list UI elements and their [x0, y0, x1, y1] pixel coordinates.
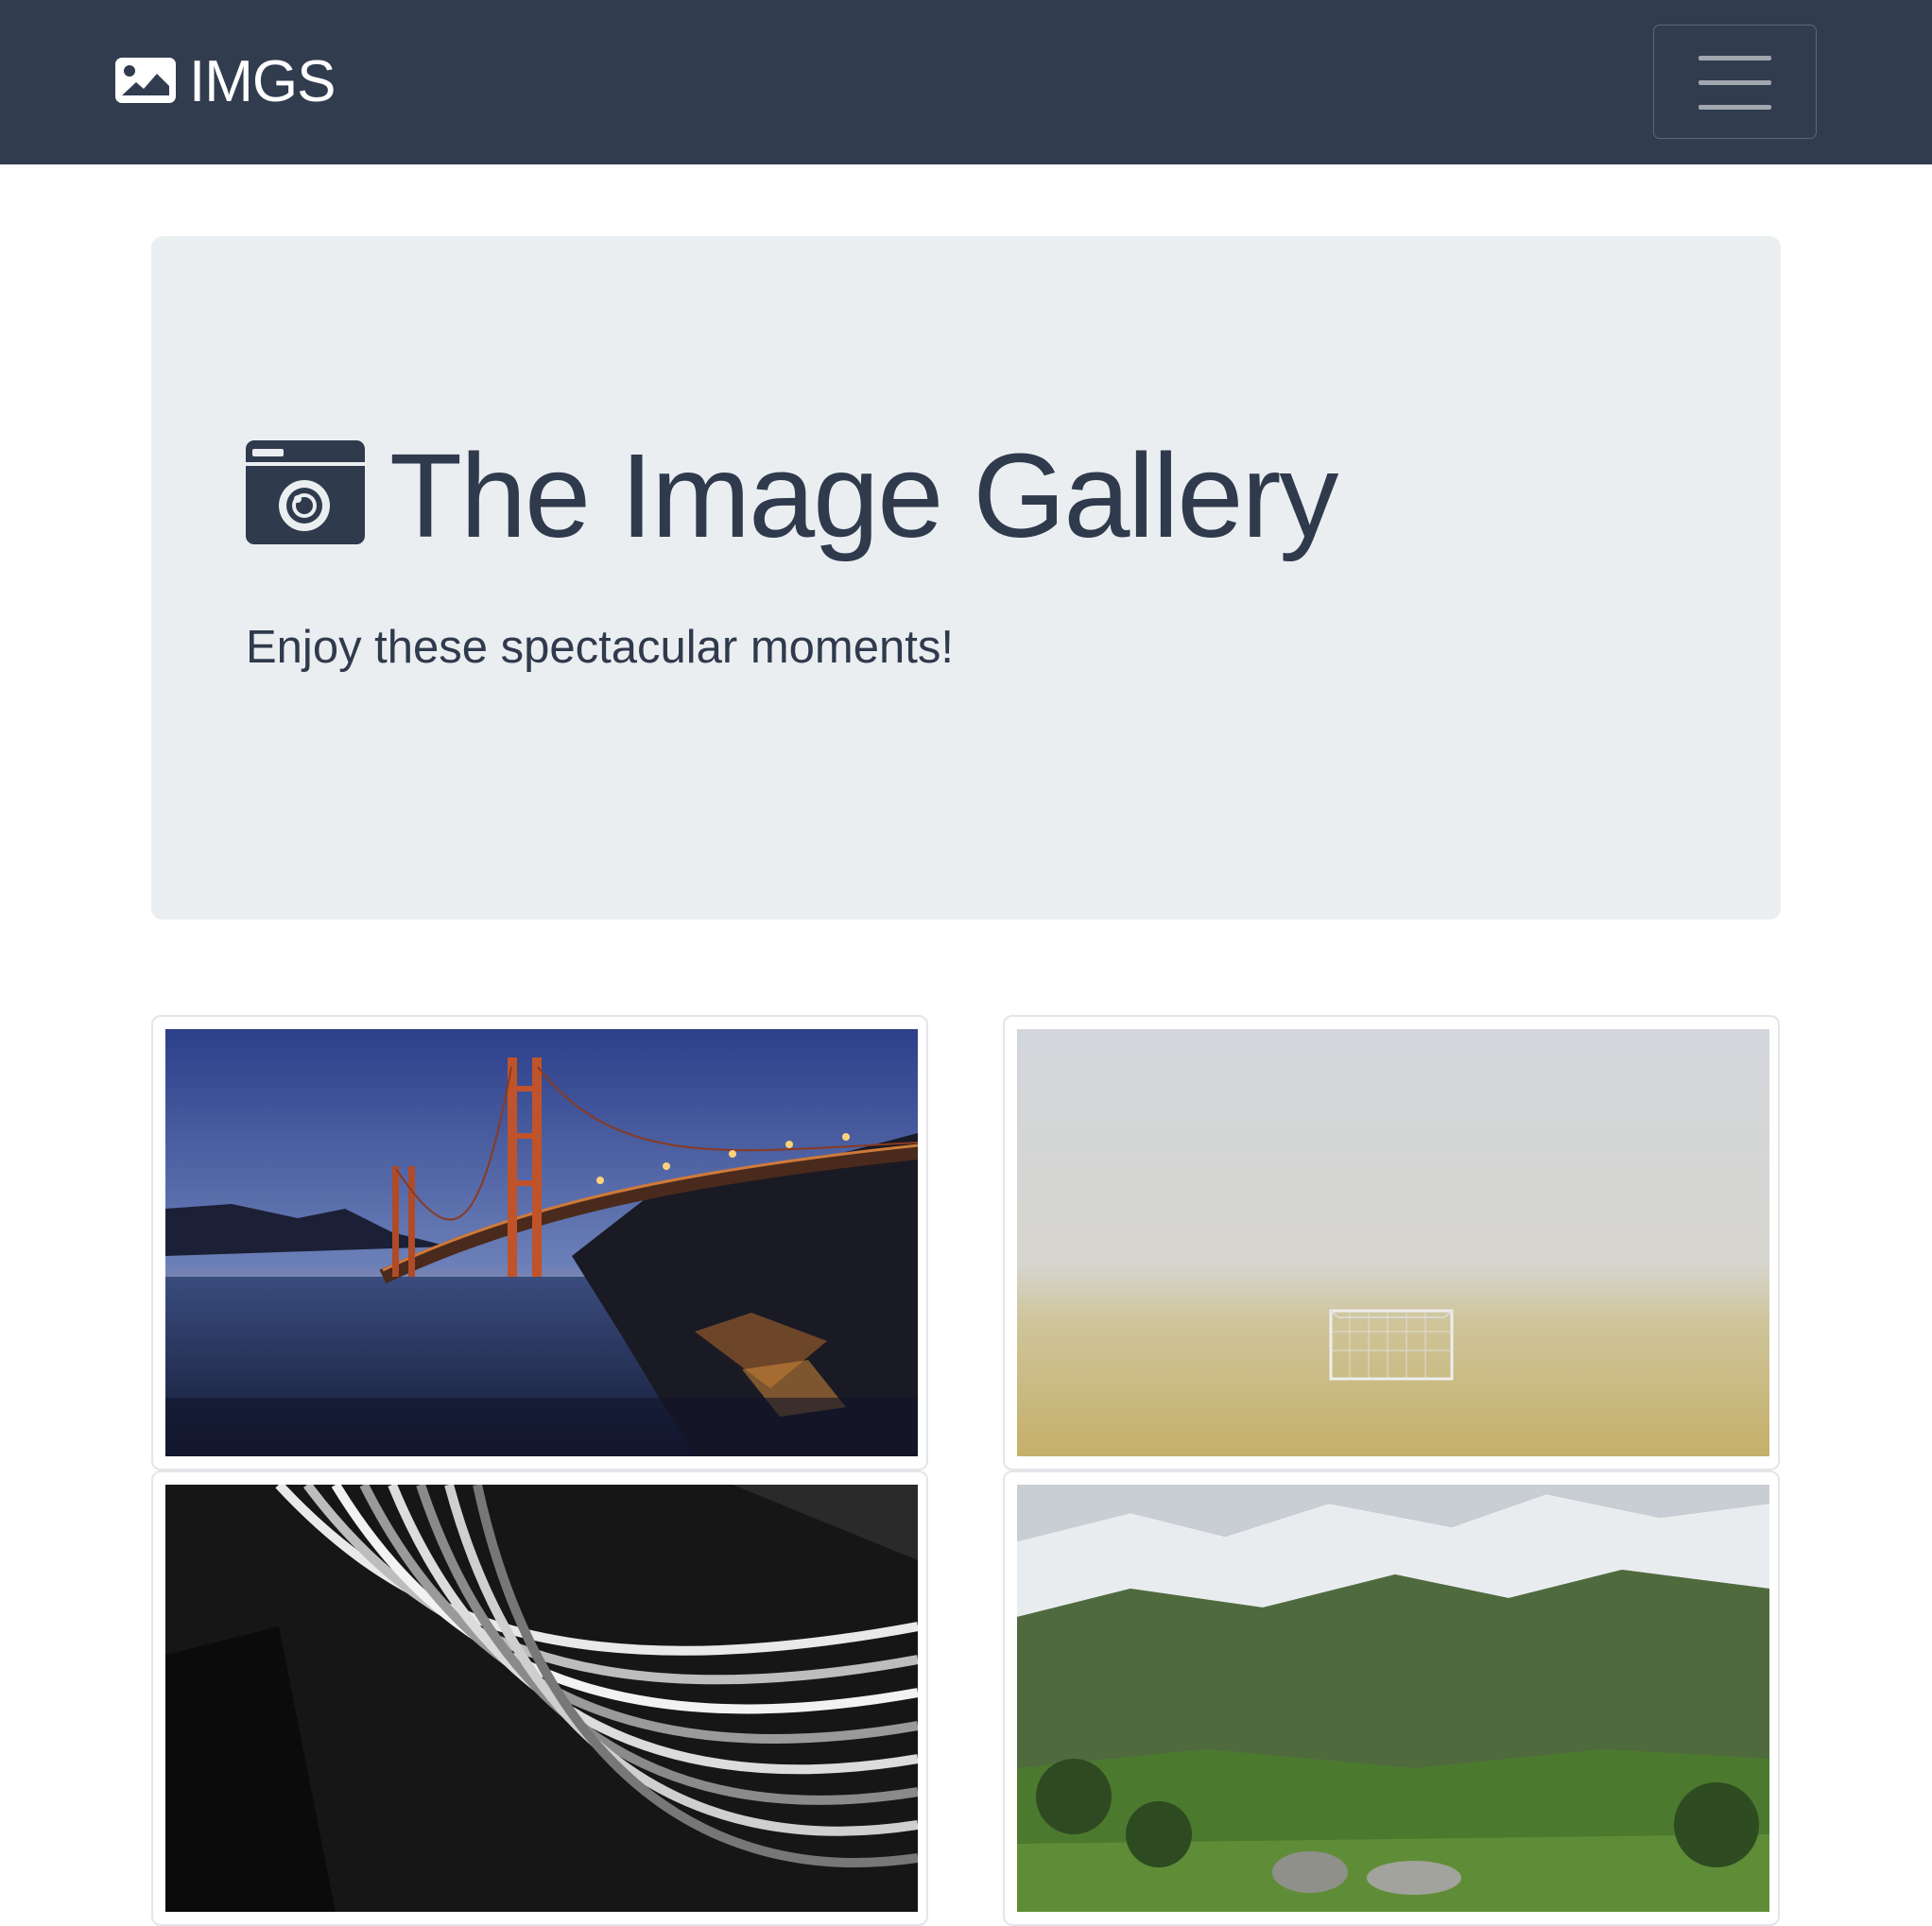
hero-banner: The Image Gallery Enjoy these spectacula…: [151, 236, 1781, 920]
page-subtitle: Enjoy these spectacular moments!: [246, 622, 954, 673]
page-title-text: The Image Gallery: [389, 429, 1338, 562]
photo-foggy-field[interactable]: [1017, 1029, 1769, 1456]
page-title: The Image Gallery: [246, 429, 1338, 562]
gallery-card[interactable]: [1003, 1470, 1780, 1926]
hamburger-menu-button[interactable]: [1653, 25, 1817, 139]
photo-abstract-architecture[interactable]: [165, 1485, 918, 1912]
photo-snowy-mountains[interactable]: [1017, 1485, 1769, 1912]
brand-name: IMGS: [189, 49, 336, 114]
navbar: IMGS: [0, 0, 1932, 164]
camera-icon: [246, 440, 365, 552]
photo-golden-gate-bridge[interactable]: [165, 1029, 918, 1456]
brand-link[interactable]: IMGS: [115, 49, 336, 115]
gallery-card[interactable]: [151, 1470, 928, 1926]
gallery-card[interactable]: [151, 1015, 928, 1470]
gallery-card[interactable]: [1003, 1015, 1780, 1470]
image-icon: [115, 57, 176, 108]
